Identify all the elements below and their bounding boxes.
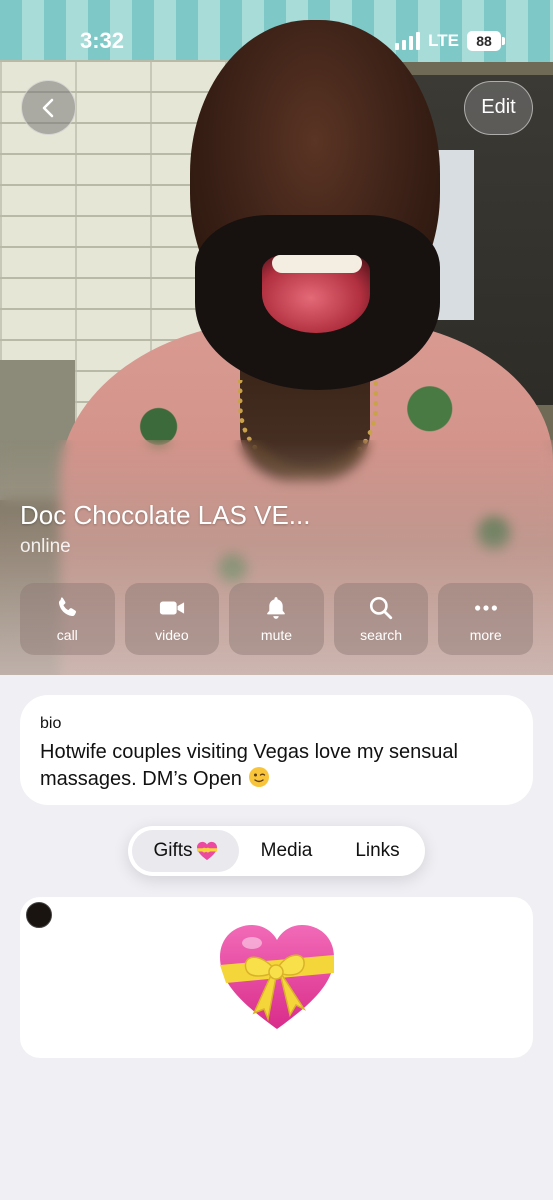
tab-gifts-label: Gifts (153, 840, 193, 861)
avatar (26, 902, 52, 928)
status-time: 3:32 (80, 28, 125, 53)
heart-with-ribbon-icon (196, 841, 217, 861)
mute-label: mute (260, 627, 293, 643)
gift-item[interactable] (20, 897, 533, 1058)
photo-person-teeth (272, 255, 362, 273)
more-label: more (469, 627, 502, 643)
winking-face-emoji (248, 767, 269, 787)
back-button[interactable] (21, 80, 76, 135)
phone-icon (59, 597, 77, 617)
tab-media[interactable]: Media (239, 830, 334, 872)
heart-with-ribbon-icon (220, 925, 334, 1029)
call-label: call (56, 627, 78, 643)
profile-name: Doc Chocolate LAS VE... (20, 500, 311, 530)
mute-button[interactable]: mute (229, 583, 324, 655)
ellipsis-icon (474, 605, 497, 611)
bio-text-block: Hotwife couples visiting Vegas love my s… (40, 739, 513, 793)
video-camera-icon (159, 601, 184, 615)
signal-icon (395, 32, 421, 50)
bio-card: bio Hotwife couples visiting Vegas love … (20, 695, 533, 805)
chevron-left-icon (42, 98, 53, 117)
profile-tabs: Gifts Media Links (128, 826, 425, 876)
video-button[interactable]: video (124, 583, 220, 655)
call-button[interactable]: call (20, 583, 115, 655)
tab-links[interactable]: Links (334, 830, 421, 872)
search-label: search (360, 627, 403, 643)
video-label: video (155, 627, 189, 643)
battery-icon: 88 (467, 31, 505, 51)
tab-gifts[interactable]: Gifts (132, 830, 239, 872)
edit-button[interactable]: Edit (464, 81, 533, 135)
action-bar: call video mute search more (20, 583, 533, 655)
status-indicators: LTE 88 (395, 31, 505, 51)
search-button[interactable]: search (333, 583, 429, 655)
magnifier-icon (370, 596, 393, 620)
network-type: LTE (428, 31, 459, 50)
profile-status: online (20, 536, 71, 557)
bell-icon (267, 597, 286, 619)
more-button[interactable]: more (438, 583, 533, 655)
bio-label: bio (40, 715, 62, 732)
